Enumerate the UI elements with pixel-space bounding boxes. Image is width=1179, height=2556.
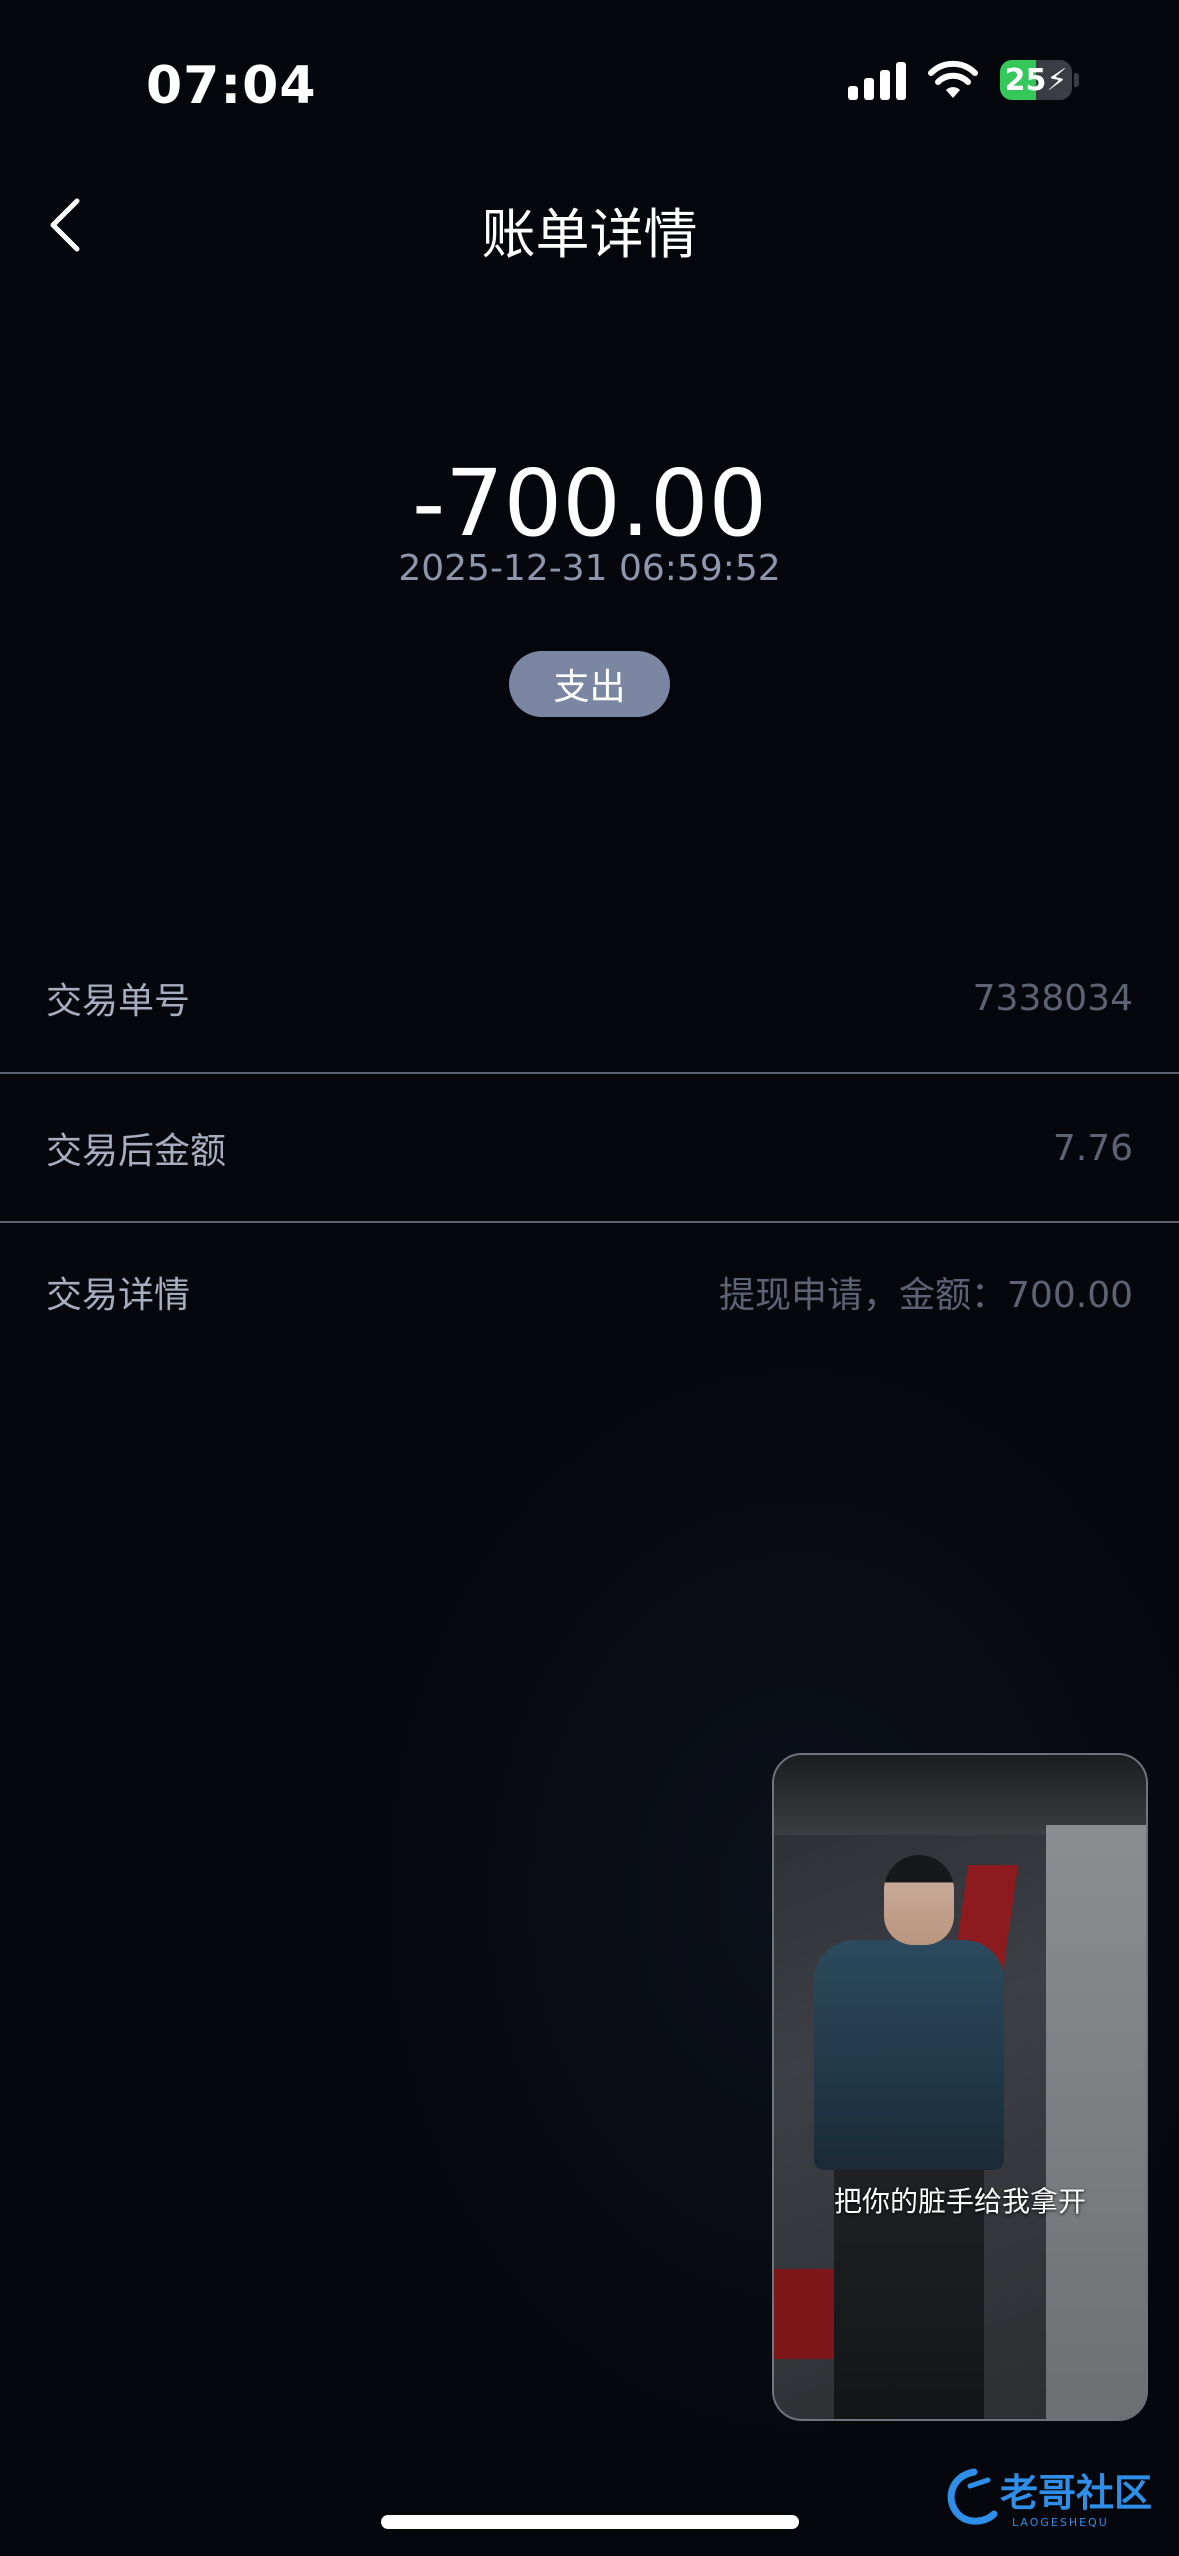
detail-label: 交易单号 [46, 981, 191, 1022]
home-indicator[interactable] [381, 2515, 799, 2529]
transaction-type-badge: 支出 [509, 651, 670, 717]
cellular-signal-icon [848, 60, 906, 100]
svg-text:LAOGESHEQU: LAOGESHEQU [1012, 2516, 1109, 2529]
status-time: 07:04 [146, 56, 317, 116]
transaction-amount: -700.00 [411, 450, 768, 557]
watermark-logo: 老哥社区 LAOGESHEQU [947, 2468, 1152, 2529]
svg-text:老哥社区: 老哥社区 [1000, 2471, 1152, 2515]
detail-row-transaction-detail: 交易详情 提现申请，金额：700.00 [0, 1264, 1179, 1320]
detail-label: 交易后金额 [46, 1131, 227, 1172]
battery-level: 25⚡ [1004, 62, 1068, 98]
detail-value: 提现申请，金额：700.00 [719, 1275, 1133, 1316]
wifi-icon [928, 60, 978, 98]
detail-row-balance-after: 交易后金额 7.76 [0, 1120, 1179, 1176]
battery-indicator: 25⚡ [1000, 60, 1079, 100]
battery-icon: 25⚡ [1000, 60, 1072, 100]
detail-value: 7338034 [972, 977, 1133, 1019]
detail-label: 交易详情 [46, 1275, 191, 1316]
detail-value: 7.76 [1052, 1127, 1133, 1169]
video-subtitle: 把你的脏手给我拿开 [833, 2185, 1086, 2218]
floating-video-player[interactable]: 把你的脏手给我拿开 [772, 1753, 1148, 2421]
detail-row-order-number: 交易单号 7338034 [0, 970, 1179, 1026]
page-title: 账单详情 [481, 203, 698, 266]
divider [0, 1072, 1179, 1074]
status-icons: 25⚡ [848, 60, 1079, 100]
transaction-datetime: 2025-12-31 06:59:52 [398, 548, 781, 589]
divider [0, 1221, 1179, 1223]
bill-detail-screen: 07:04 25⚡ 账单详情 -700.00 2025-12-31 06:59: [0, 0, 1179, 2556]
